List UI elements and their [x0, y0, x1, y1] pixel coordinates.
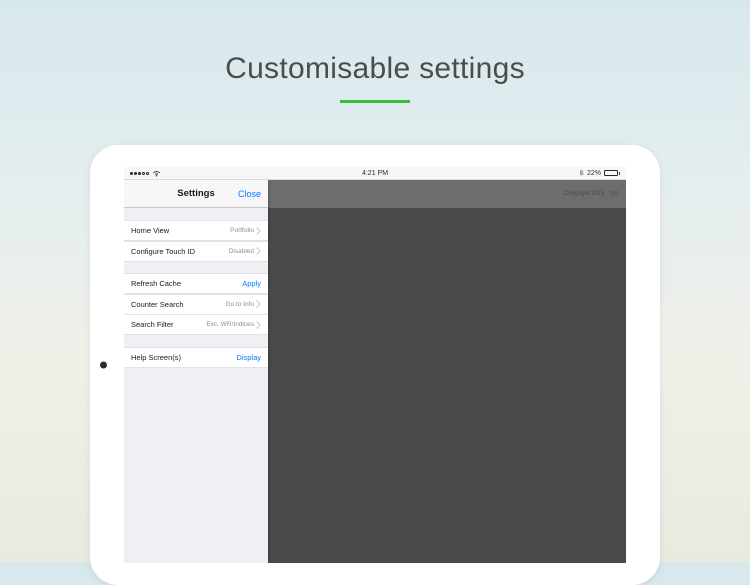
settings-panel: Settings Close Home View Portfolio Configu…: [124, 180, 268, 563]
page-title: Customisable settings: [0, 0, 750, 86]
signal-dots-icon: [130, 172, 149, 175]
settings-row[interactable]: Configure Touch ID Disabled: [124, 241, 268, 262]
row-action[interactable]: Apply: [242, 279, 261, 288]
tablet-frame: 4:21 PM ฿ 22% Copyright 2015 {≡} Setting…: [90, 145, 660, 585]
home-button[interactable]: [100, 362, 107, 369]
settings-row[interactable]: Home View Portfolio: [124, 220, 268, 241]
content-area: Copyright 2015 {≡} Settings Close Home V…: [124, 180, 626, 563]
row-value: Portfolio: [230, 227, 261, 235]
status-left: [130, 170, 161, 177]
row-action[interactable]: Display: [236, 353, 261, 362]
row-label: Search Filter: [131, 320, 174, 329]
copyright-text: Copyright 2015: [564, 191, 605, 197]
title-underline: [340, 100, 410, 103]
status-bar: 4:21 PM ฿ 22%: [124, 167, 626, 180]
bluetooth-icon: ฿: [580, 169, 584, 177]
status-right: ฿ 22%: [580, 169, 620, 177]
settings-row[interactable]: Help Screen(s) Display: [124, 347, 268, 368]
chevron-right-icon: [256, 227, 261, 235]
settings-group: Help Screen(s) Display: [124, 347, 268, 368]
panel-body: Home View Portfolio Configure Touch ID Disa…: [124, 220, 268, 368]
battery-percentage: 22%: [587, 170, 601, 177]
chevron-right-icon: [256, 300, 261, 308]
row-value: Disabled: [229, 247, 261, 255]
settings-row[interactable]: Refresh Cache Apply: [124, 273, 268, 294]
settings-group: Refresh Cache Apply Counter Search Go to In…: [124, 273, 268, 335]
tablet-screen: 4:21 PM ฿ 22% Copyright 2015 {≡} Setting…: [124, 167, 626, 563]
row-label: Counter Search: [131, 300, 184, 309]
chevron-right-icon: [256, 247, 261, 255]
row-label: Configure Touch ID: [131, 247, 195, 256]
status-time: 4:21 PM: [362, 170, 388, 177]
settings-group: Home View Portfolio Configure Touch ID Disa…: [124, 220, 268, 262]
battery-icon: [604, 170, 620, 176]
close-button[interactable]: Close: [238, 180, 261, 207]
row-label: Refresh Cache: [131, 279, 181, 288]
wifi-icon: [152, 170, 161, 177]
chevron-right-icon: [256, 321, 261, 329]
panel-header: Settings Close: [124, 180, 268, 208]
row-label: Help Screen(s): [131, 353, 181, 362]
menu-icon: {≡}: [610, 191, 618, 197]
row-value: Exc. WR/Indices: [206, 321, 261, 329]
row-label: Home View: [131, 226, 169, 235]
panel-title: Settings: [177, 188, 214, 199]
row-value: Go to Info: [225, 300, 261, 308]
settings-row[interactable]: Counter Search Go to Info: [124, 294, 268, 315]
settings-row[interactable]: Search Filter Exc. WR/Indices: [124, 314, 268, 335]
